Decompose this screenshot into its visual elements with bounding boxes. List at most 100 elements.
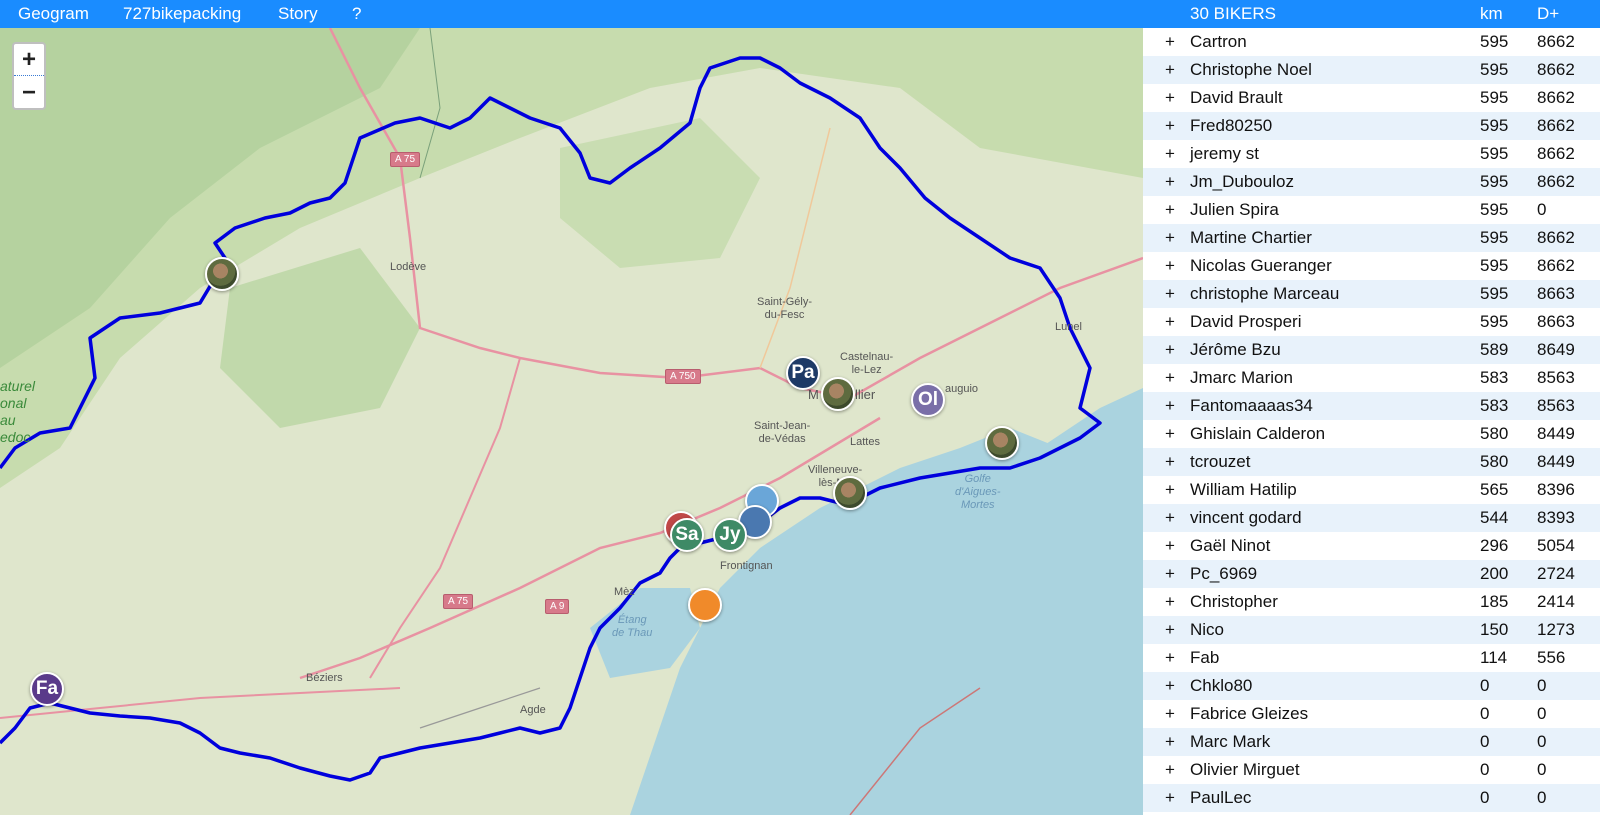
rider-elevation: 8449 — [1537, 424, 1575, 443]
rider-row[interactable]: + Fred80250 595 8662 — [1143, 112, 1600, 140]
rider-marker-sa[interactable]: Sa — [670, 518, 704, 552]
place-lunel: Lunel — [1055, 321, 1082, 333]
expand-rider-button[interactable]: + — [1163, 228, 1177, 248]
km-column-header[interactable]: km — [1480, 4, 1503, 24]
expand-rider-button[interactable]: + — [1163, 648, 1177, 668]
rider-row[interactable]: + Cartron 595 8662 — [1143, 28, 1600, 56]
rider-elevation: 0 — [1537, 200, 1547, 219]
rider-row[interactable]: + Chklo80 0 0 — [1143, 672, 1600, 700]
rider-row[interactable]: + Nico 150 1273 — [1143, 616, 1600, 644]
rider-row[interactable]: + Jérôme Bzu 589 8649 — [1143, 336, 1600, 364]
zoom-in-button[interactable]: + — [14, 44, 44, 76]
expand-rider-button[interactable]: + — [1163, 508, 1177, 528]
expand-rider-button[interactable]: + — [1163, 340, 1177, 360]
zoom-out-button[interactable]: − — [14, 77, 44, 109]
elevation-column-header[interactable]: D+ — [1537, 4, 1559, 24]
rider-row[interactable]: + jeremy st 595 8662 — [1143, 140, 1600, 168]
rider-row[interactable]: + Martine Chartier 595 8662 — [1143, 224, 1600, 252]
expand-rider-button[interactable]: + — [1163, 452, 1177, 472]
rider-km: 595 — [1480, 200, 1509, 219]
expand-rider-button[interactable]: + — [1163, 368, 1177, 388]
expand-rider-button[interactable]: + — [1163, 620, 1177, 640]
expand-rider-button[interactable]: + — [1163, 536, 1177, 556]
rider-elevation: 8662 — [1537, 256, 1575, 275]
nav-727bikepacking[interactable]: 727bikepacking — [123, 4, 241, 24]
place-lattes: Lattes — [850, 436, 880, 448]
rider-name: Julien Spira — [1190, 200, 1279, 219]
rider-elevation: 8449 — [1537, 452, 1575, 471]
rider-row[interactable]: + Gaël Ninot 296 5054 — [1143, 532, 1600, 560]
rider-marker-jy[interactable]: Jy — [713, 518, 747, 552]
expand-rider-button[interactable]: + — [1163, 284, 1177, 304]
rider-row[interactable]: + Ghislain Calderon 580 8449 — [1143, 420, 1600, 448]
nav-story[interactable]: Story — [278, 4, 318, 24]
rider-row[interactable]: + PaulLec 0 0 — [1143, 784, 1600, 812]
expand-rider-button[interactable]: + — [1163, 480, 1177, 500]
rider-km: 544 — [1480, 508, 1509, 527]
expand-rider-button[interactable]: + — [1163, 60, 1177, 80]
expand-rider-button[interactable]: + — [1163, 200, 1177, 220]
rider-row[interactable]: + christophe Marceau 595 8663 — [1143, 280, 1600, 308]
rider-elevation: 5054 — [1537, 536, 1575, 555]
nav-help[interactable]: ? — [352, 4, 361, 24]
expand-rider-button[interactable]: + — [1163, 312, 1177, 332]
rider-name: Fab — [1190, 648, 1220, 667]
expand-rider-button[interactable]: + — [1163, 32, 1177, 52]
rider-name: Christopher — [1190, 592, 1278, 611]
rider-marker-photo[interactable] — [205, 257, 239, 291]
expand-rider-button[interactable]: + — [1163, 88, 1177, 108]
rider-marker-pa[interactable]: Pa — [786, 356, 820, 390]
rider-row[interactable]: + David Brault 595 8662 — [1143, 84, 1600, 112]
rider-name: Chklo80 — [1190, 676, 1253, 695]
rider-km: 595 — [1480, 144, 1509, 163]
expand-rider-button[interactable]: + — [1163, 172, 1177, 192]
rider-row[interactable]: + Christophe Noel 595 8662 — [1143, 56, 1600, 84]
road-a9: A 9 — [545, 599, 570, 614]
place-montpellier-m: M — [808, 387, 819, 402]
expand-rider-button[interactable]: + — [1163, 592, 1177, 612]
expand-rider-button[interactable]: + — [1163, 788, 1177, 808]
expand-rider-button[interactable]: + — [1163, 732, 1177, 752]
expand-rider-button[interactable]: + — [1163, 676, 1177, 696]
map-view[interactable]: Lodève Saint-Gély- du-Fesc Castelnau- le… — [0, 28, 1143, 815]
rider-row[interactable]: + vincent godard 544 8393 — [1143, 504, 1600, 532]
rider-elevation: 8396 — [1537, 480, 1575, 499]
rider-elevation: 0 — [1537, 704, 1547, 723]
rider-row[interactable]: + Jm_Dubouloz 595 8662 — [1143, 168, 1600, 196]
rider-marker-emoji[interactable] — [688, 588, 722, 622]
rider-km: 580 — [1480, 424, 1509, 443]
rider-name: Jm_Dubouloz — [1190, 172, 1294, 191]
rider-km: 589 — [1480, 340, 1509, 359]
rider-km: 595 — [1480, 228, 1509, 247]
rider-row[interactable]: + Nicolas Gueranger 595 8662 — [1143, 252, 1600, 280]
rider-row[interactable]: + Julien Spira 595 0 — [1143, 196, 1600, 224]
rider-name: Ghislain Calderon — [1190, 424, 1326, 443]
rider-row[interactable]: + Christopher 185 2414 — [1143, 588, 1600, 616]
rider-row[interactable]: + Jmarc Marion 583 8563 — [1143, 364, 1600, 392]
expand-rider-button[interactable]: + — [1163, 396, 1177, 416]
rider-marker-photo[interactable] — [821, 377, 855, 411]
rider-km: 0 — [1480, 760, 1490, 779]
rider-row[interactable]: + Fabrice Gleizes 0 0 — [1143, 700, 1600, 728]
rider-row[interactable]: + Pc_6969 200 2724 — [1143, 560, 1600, 588]
rider-marker-ol[interactable]: Ol — [911, 383, 945, 417]
rider-row[interactable]: + tcrouzet 580 8449 — [1143, 448, 1600, 476]
expand-rider-button[interactable]: + — [1163, 704, 1177, 724]
expand-rider-button[interactable]: + — [1163, 116, 1177, 136]
rider-marker-photo[interactable] — [833, 476, 867, 510]
rider-row[interactable]: + Olivier Mirguet 0 0 — [1143, 756, 1600, 784]
zoom-control: + − — [12, 42, 46, 110]
expand-rider-button[interactable]: + — [1163, 424, 1177, 444]
rider-row[interactable]: + William Hatilip 565 8396 — [1143, 476, 1600, 504]
rider-row[interactable]: + Marc Mark 0 0 — [1143, 728, 1600, 756]
rider-marker-photo[interactable] — [985, 426, 1019, 460]
expand-rider-button[interactable]: + — [1163, 564, 1177, 584]
expand-rider-button[interactable]: + — [1163, 144, 1177, 164]
rider-marker-fa[interactable]: Fa — [30, 672, 64, 706]
rider-row[interactable]: + Fantomaaaas34 583 8563 — [1143, 392, 1600, 420]
rider-row[interactable]: + Fab 114 556 — [1143, 644, 1600, 672]
nav-geogram[interactable]: Geogram — [18, 4, 89, 24]
expand-rider-button[interactable]: + — [1163, 760, 1177, 780]
rider-row[interactable]: + David Prosperi 595 8663 — [1143, 308, 1600, 336]
expand-rider-button[interactable]: + — [1163, 256, 1177, 276]
